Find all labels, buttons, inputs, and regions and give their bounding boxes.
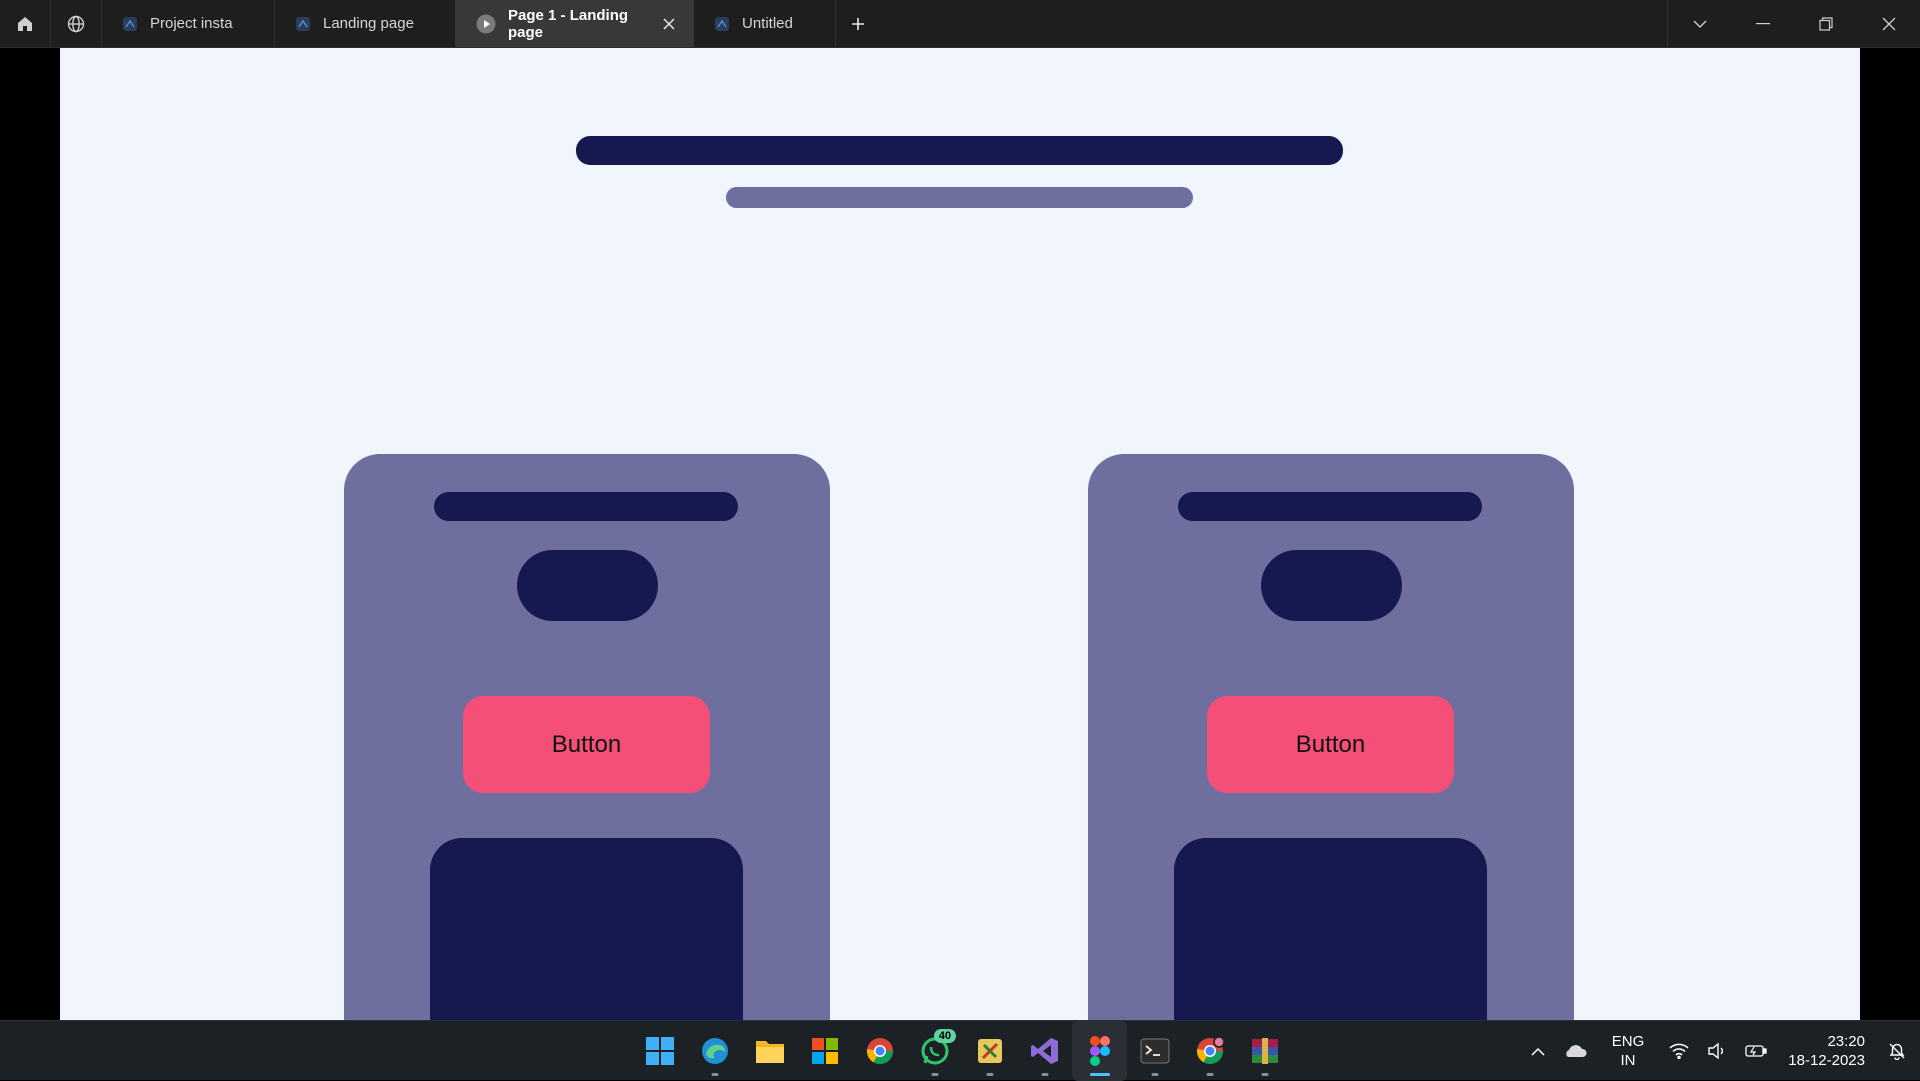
taskbar-figma[interactable] [1072,1021,1127,1081]
card-button-label: Button [1295,730,1366,758]
chevron-down-icon [1693,20,1706,28]
taskbar-chrome-profile[interactable] [1182,1021,1237,1081]
tab-project-insta[interactable]: Project insta [102,0,275,47]
figma-file-icon [122,16,138,32]
card-title-placeholder [1178,492,1482,521]
figma-icon [1089,1036,1110,1066]
card-pill-placeholder [517,550,658,621]
store-icon [811,1038,838,1064]
taskbar-whatsapp[interactable]: 40 [907,1021,962,1081]
globe-icon [67,15,85,32]
card-button[interactable]: Button [463,696,710,793]
close-tab-icon[interactable] [663,17,675,30]
tab-label: Project insta [150,15,233,32]
card-content-placeholder [1174,838,1487,1020]
edge-icon [701,1038,728,1064]
title-bar: Project insta Landing page Page 1 - Land… [0,0,1920,48]
volume-icon[interactable] [1707,1043,1727,1059]
card-button-label: Button [551,730,622,758]
close-icon [1882,17,1895,30]
card-title-placeholder [434,492,738,521]
tab-page-1-landing-page[interactable]: Page 1 - Landing page [456,0,694,47]
home-button[interactable] [0,0,51,47]
restore-icon [1818,16,1833,31]
visual-studio-icon [1030,1038,1058,1064]
system-tray: ENG IN 23:20 18-12-2023 [1522,1021,1920,1081]
clock[interactable]: 23:20 18-12-2023 [1788,1032,1865,1070]
windows-icon [645,1037,674,1065]
pricing-card: Button [344,454,830,1020]
taskbar-visual-studio[interactable] [1017,1021,1072,1081]
figma-file-icon [295,16,311,32]
clock-date: 18-12-2023 [1788,1052,1865,1069]
region-code: IN [1620,1052,1636,1069]
taskbar-store[interactable] [797,1021,852,1081]
tab-list-button[interactable] [1668,0,1731,47]
close-window-button[interactable] [1857,0,1920,47]
restore-button[interactable] [1794,0,1857,47]
home-icon [18,16,32,31]
clock-time: 23:20 [1827,1033,1865,1050]
battery-icon[interactable] [1745,1044,1767,1058]
window-controls [1667,0,1920,47]
taskbar-apps: 40 [632,1021,1292,1081]
plus-icon [852,17,864,30]
card-pill-placeholder [1261,550,1402,621]
taskbar: 40 ENG IN 23:20 18-12-2023 [0,1020,1920,1081]
minimize-icon [1755,22,1770,24]
tab-untitled[interactable]: Untitled [694,0,836,47]
notification-badge: 40 [933,1029,956,1043]
card-content-placeholder [430,838,743,1020]
show-hidden-icons-button[interactable] [1531,1047,1545,1056]
terminal-icon [1140,1038,1169,1064]
prototype-canvas: Button Button [60,48,1860,1020]
taskbar-terminal[interactable] [1127,1021,1182,1081]
chrome-icon [866,1038,893,1065]
notifications-button[interactable] [1888,1042,1906,1060]
language-indicator[interactable]: ENG IN [1612,1032,1645,1070]
minimize-button[interactable] [1731,0,1794,47]
new-tab-button[interactable] [836,0,880,47]
tab-label: Landing page [323,15,414,32]
taskbar-file-explorer[interactable] [742,1021,797,1081]
language-code: ENG [1611,1033,1645,1050]
figma-file-icon [714,16,730,32]
onedrive-icon[interactable] [1563,1044,1587,1058]
tools-icon [977,1039,1002,1063]
taskbar-tools[interactable] [962,1021,1017,1081]
start-button[interactable] [632,1021,687,1081]
tab-label: Untitled [742,15,793,32]
taskbar-winrar[interactable] [1237,1021,1292,1081]
community-button[interactable] [51,0,102,47]
taskbar-edge[interactable] [687,1021,742,1081]
chrome-icon [1196,1036,1225,1065]
taskbar-chrome[interactable] [852,1021,907,1081]
hero-title-placeholder [576,136,1343,165]
card-button[interactable]: Button [1207,696,1454,793]
hero-subtitle-placeholder [726,187,1193,208]
chevron-up-icon [1531,1047,1545,1056]
play-icon [476,14,496,34]
pricing-card: Button [1088,454,1574,1020]
wifi-icon[interactable] [1669,1043,1689,1059]
folder-icon [755,1041,784,1063]
tab-label: Page 1 - Landing page [508,6,629,41]
tab-landing-page[interactable]: Landing page [275,0,456,47]
bell-snooze-icon [1889,1043,1905,1060]
winrar-icon [1251,1038,1278,1064]
